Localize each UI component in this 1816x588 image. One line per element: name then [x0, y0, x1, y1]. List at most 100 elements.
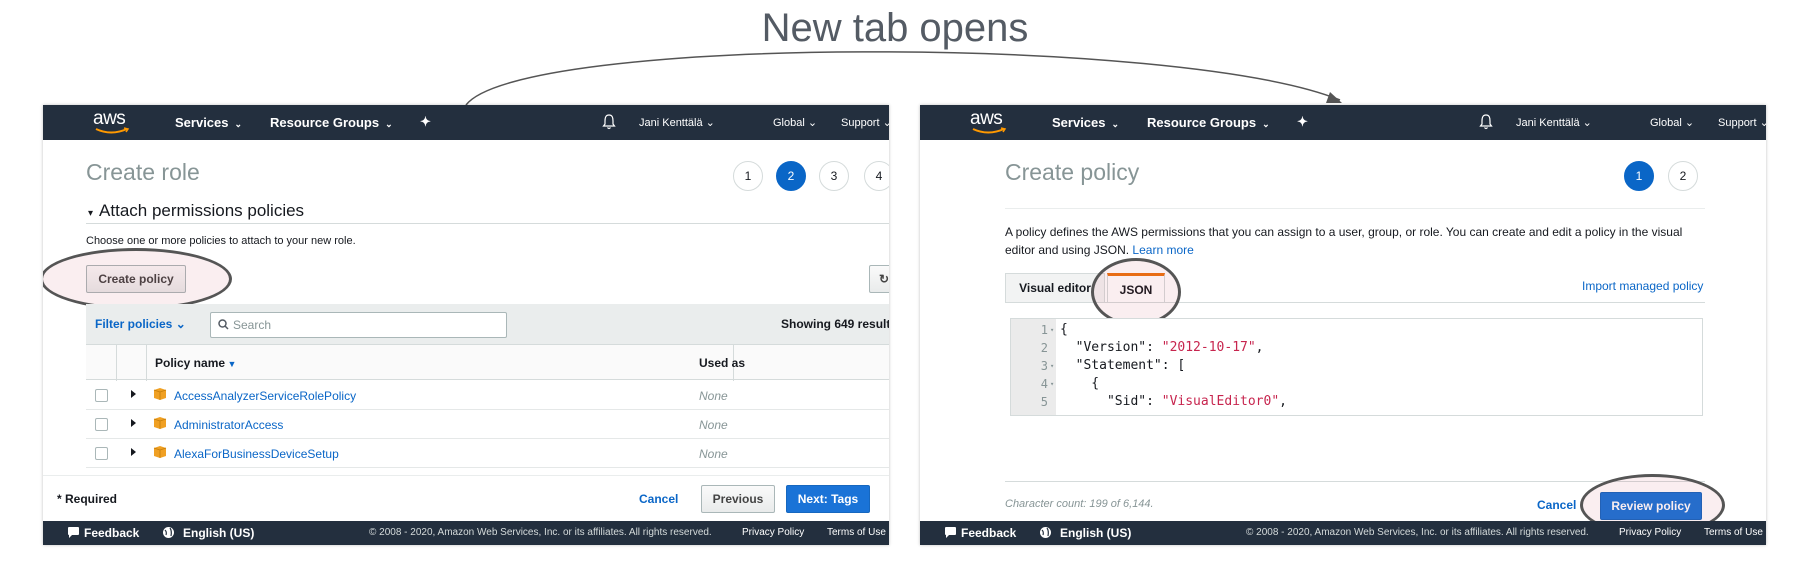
- resource-groups-menu[interactable]: Resource Groups ⌄: [270, 115, 393, 130]
- account-menu[interactable]: Jani Kenttälä ⌄: [639, 116, 715, 129]
- region-menu[interactable]: Global ⌄: [1650, 116, 1694, 129]
- sort-down-icon: ▼: [225, 359, 237, 369]
- step-1-active: 1: [1624, 161, 1654, 191]
- code-line: "Sid": "VisualEditor0",: [1060, 394, 1287, 409]
- chevron-down-icon: ⌄: [702, 117, 715, 129]
- search-input[interactable]: Search: [210, 312, 507, 338]
- policy-name-link[interactable]: AccessAnalyzerServiceRolePolicy: [174, 389, 356, 403]
- pin-icon[interactable]: ✦: [420, 114, 431, 130]
- policy-name-link[interactable]: AdministratorAccess: [174, 418, 283, 432]
- line-number: 4: [1040, 377, 1048, 391]
- chevron-down-icon: ⌄: [804, 117, 818, 129]
- attach-policies-section[interactable]: ▾ Attach permissions policies: [88, 201, 304, 221]
- chevron-down-icon: ⌄: [234, 119, 243, 129]
- services-menu[interactable]: Services ⌄: [1052, 115, 1119, 130]
- privacy-policy-link[interactable]: Privacy Policy: [742, 527, 804, 538]
- policy-description: A policy defines the AWS permissions tha…: [1005, 225, 1683, 257]
- line-number: 2: [1040, 341, 1048, 355]
- fold-arrow-icon[interactable]: ▾: [1050, 380, 1054, 388]
- json-editor[interactable]: 1 ▾ { 2 "Version": "2012-10-17", 3 ▾ "St…: [1010, 318, 1703, 416]
- policy-name-link[interactable]: AlexaForBusinessDeviceSetup: [174, 447, 339, 461]
- import-managed-policy-link[interactable]: Import managed policy: [1582, 279, 1703, 293]
- chevron-down-icon: ⌄: [172, 317, 186, 331]
- used-as-value: None: [699, 447, 728, 461]
- aws-logo[interactable]: aws: [93, 108, 133, 136]
- next-tags-button[interactable]: Next: Tags: [786, 485, 870, 513]
- account-menu[interactable]: Jani Kenttälä ⌄: [1516, 116, 1592, 129]
- wizard-footer: * Required Cancel Previous Next: Tags: [43, 475, 889, 523]
- results-count: Showing 649 results: [781, 317, 889, 331]
- table-row[interactable]: AccessAnalyzerServiceRolePolicy None: [86, 381, 889, 410]
- support-menu[interactable]: Support ⌄: [841, 116, 889, 129]
- copyright-text: © 2008 - 2020, Amazon Web Services, Inc.…: [369, 527, 712, 538]
- feedback-link[interactable]: Feedback: [84, 526, 139, 540]
- step-1: 1: [733, 161, 763, 191]
- filter-policies-dropdown[interactable]: Filter policies ⌄: [95, 317, 186, 331]
- step-3: 3: [819, 161, 849, 191]
- bell-icon[interactable]: [602, 114, 616, 130]
- divider: [86, 223, 889, 224]
- chevron-down-icon: ⌄: [1759, 117, 1766, 129]
- caret-down-icon: ▾: [88, 208, 94, 219]
- support-menu[interactable]: Support ⌄: [1718, 116, 1766, 129]
- expand-row-icon[interactable]: [131, 419, 136, 427]
- cancel-link[interactable]: Cancel: [639, 492, 678, 506]
- aws-smile-icon: [95, 127, 130, 134]
- expand-row-icon[interactable]: [131, 448, 136, 456]
- console-footer: Feedback English (US) © 2008 - 2020, Ama…: [920, 521, 1766, 545]
- resource-groups-menu[interactable]: Resource Groups ⌄: [1147, 115, 1270, 130]
- learn-more-link[interactable]: Learn more: [1132, 243, 1193, 257]
- language-selector[interactable]: English (US): [183, 526, 254, 540]
- step-4: 4: [864, 161, 889, 191]
- column-divider: [116, 345, 117, 381]
- code-line: {: [1060, 322, 1068, 337]
- row-checkbox[interactable]: [95, 389, 108, 402]
- page-title: Create policy: [1005, 159, 1140, 185]
- code-line: "Version": "2012-10-17",: [1060, 340, 1264, 355]
- services-menu[interactable]: Services ⌄: [175, 115, 242, 130]
- expand-row-icon[interactable]: [131, 390, 136, 398]
- code-line: {: [1060, 376, 1100, 391]
- line-number: 5: [1040, 395, 1048, 409]
- policy-package-icon: [153, 417, 167, 429]
- create-policy-window: aws Services ⌄ Resource Groups ⌄ ✦ Jani Ke…: [920, 105, 1766, 545]
- language-selector[interactable]: English (US): [1060, 526, 1131, 540]
- screenshot-page: New tab opens aws Services ⌄ Resource Gro…: [0, 0, 1816, 588]
- chevron-down-icon: ⌄: [1262, 119, 1270, 129]
- policy-package-icon: [153, 446, 167, 458]
- table-row[interactable]: AdministratorAccess None: [86, 410, 889, 439]
- new-tab-arrow: [465, 51, 1342, 106]
- aws-logo[interactable]: aws: [970, 108, 1010, 136]
- aws-smile-icon: [972, 127, 1007, 134]
- tab-visual-editor[interactable]: Visual editor: [1005, 273, 1105, 303]
- terms-of-use-link[interactable]: Terms of Use: [827, 527, 886, 538]
- fold-arrow-icon[interactable]: ▾: [1050, 362, 1054, 370]
- previous-button[interactable]: Previous: [701, 485, 775, 513]
- filter-bar: Filter policies ⌄ Search Showing 649 res…: [86, 304, 889, 344]
- feedback-link[interactable]: Feedback: [961, 526, 1016, 540]
- pin-icon[interactable]: ✦: [1297, 114, 1308, 130]
- character-count: Character count: 199 of 6,144.: [1005, 498, 1154, 510]
- policy-name-column-header[interactable]: Policy name ▼: [155, 356, 236, 370]
- step-2-active: 2: [776, 161, 806, 191]
- used-as-value: None: [699, 418, 728, 432]
- chevron-down-icon: ⌄: [1111, 119, 1120, 129]
- region-menu[interactable]: Global ⌄: [773, 116, 817, 129]
- feedback-icon: [68, 527, 79, 538]
- fold-arrow-icon[interactable]: ▾: [1050, 326, 1054, 334]
- required-note: * Required: [57, 492, 118, 506]
- line-number: 1: [1040, 323, 1048, 337]
- row-checkbox[interactable]: [95, 447, 108, 460]
- row-checkbox[interactable]: [95, 418, 108, 431]
- code-line: "Statement": [: [1060, 358, 1186, 373]
- privacy-policy-link[interactable]: Privacy Policy: [1619, 527, 1681, 538]
- table-row[interactable]: AlexaForBusinessDeviceSetup None: [86, 439, 889, 468]
- bell-icon[interactable]: [1479, 114, 1493, 130]
- console-top-nav: aws Services ⌄ Resource Groups ⌄ ✦ Jani Ke…: [920, 105, 1766, 140]
- globe-icon: [1040, 527, 1051, 538]
- refresh-button[interactable]: ↻: [869, 265, 889, 293]
- cancel-link[interactable]: Cancel: [1537, 498, 1576, 512]
- section-description: Choose one or more policies to attach to…: [86, 235, 356, 247]
- column-divider: [146, 345, 147, 381]
- terms-of-use-link[interactable]: Terms of Use: [1704, 527, 1763, 538]
